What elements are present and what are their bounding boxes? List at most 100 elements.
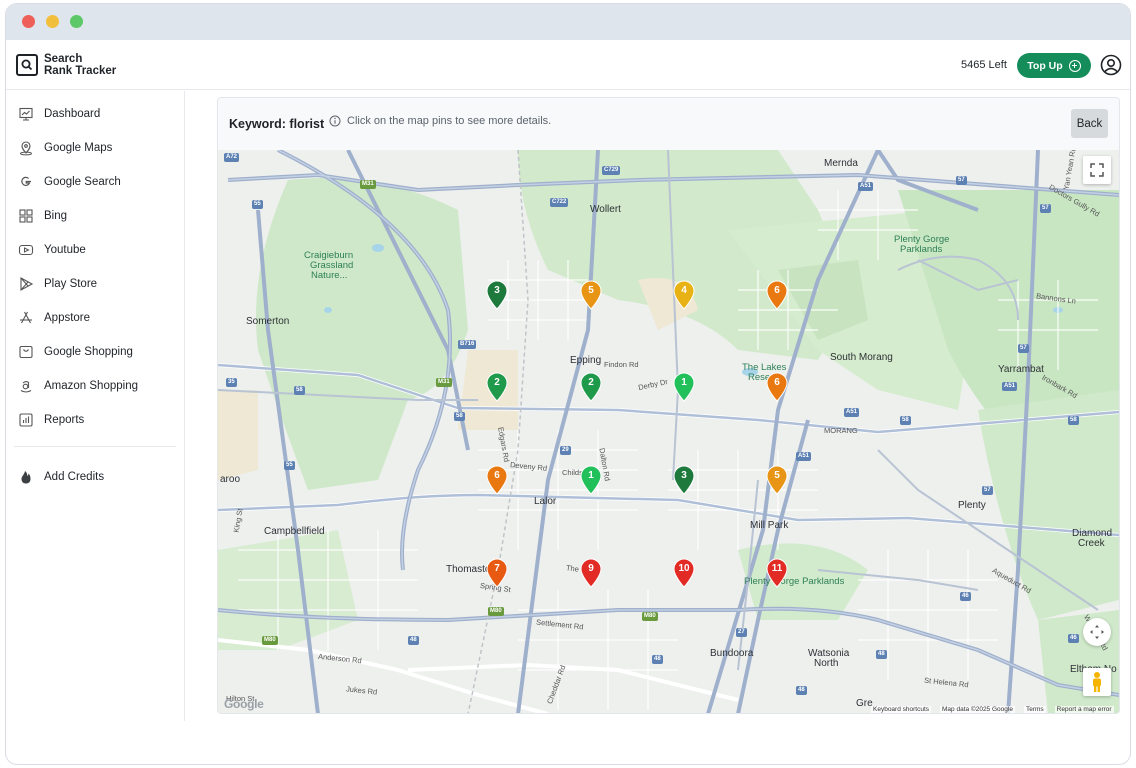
sidebar-item-label: Play Store (44, 278, 98, 290)
pin-rank-label: 3 (681, 470, 687, 481)
sidebar-item-dashboard[interactable]: Dashboard (18, 102, 100, 126)
place-label: Bundoora (710, 648, 754, 659)
report-error-link[interactable]: Report a map error (1054, 706, 1114, 713)
browser-window: Search Rank Tracker 5465 Left Top Up Das… (5, 3, 1131, 765)
rank-pin[interactable]: 6 (765, 372, 789, 402)
road-shield: C729 (602, 166, 621, 175)
sidebar-item-label: Bing (44, 210, 68, 222)
sidebar-item-google-maps[interactable]: Google Maps (18, 136, 112, 160)
rank-pin[interactable]: 5 (579, 280, 603, 310)
sidebar-item-youtube[interactable]: Youtube (18, 238, 86, 262)
road-shield: M31 (436, 378, 452, 387)
shopping-icon (19, 345, 33, 359)
place-label: Plenty Gorge Parklands (744, 576, 845, 587)
sidebar-item-label: Add Credits (44, 471, 105, 483)
pin-rank-label: 6 (774, 377, 780, 388)
rank-pin[interactable]: 4 (672, 280, 696, 310)
rank-pin[interactable]: 3 (485, 280, 509, 310)
sidebar-item-play-store[interactable]: Play Store (18, 272, 97, 296)
rank-pin[interactable]: 1 (672, 372, 696, 402)
rank-pin[interactable]: 1 (579, 465, 603, 495)
road-shield: A51 (1002, 382, 1018, 391)
place-label: Somerton (246, 316, 290, 327)
pin-rank-label: 5 (774, 470, 780, 481)
sidebar-item-label: Google Shopping (44, 346, 133, 358)
place-label: North (814, 658, 839, 669)
road-shield: 58 (294, 386, 305, 395)
road-shield: 48 (876, 650, 887, 659)
road-shield: 58 (454, 412, 465, 421)
map-data-attribution: Map data ©2025 Google (940, 706, 1015, 713)
pin-rank-label: 2 (494, 377, 500, 388)
place-label: Lalor (534, 496, 557, 507)
road-shield: 58 (1068, 416, 1079, 425)
rank-pin[interactable]: 6 (485, 465, 509, 495)
street-view-pegman[interactable] (1083, 668, 1111, 696)
rank-pin[interactable]: 10 (672, 558, 696, 588)
sidebar-item-reports[interactable]: Reports (18, 408, 84, 432)
close-window-button[interactable] (22, 15, 35, 28)
road-shield: 57 (1040, 204, 1051, 213)
top-up-button[interactable]: Top Up (1017, 53, 1091, 78)
place-label: Mernda (824, 158, 858, 169)
sidebar-item-label: Google Search (44, 176, 121, 188)
sidebar-item-bing[interactable]: Bing (18, 204, 67, 228)
sidebar-divider (14, 446, 176, 447)
rank-pin[interactable]: 7 (485, 558, 509, 588)
rank-pin[interactable]: 11 (765, 558, 789, 588)
plus-circle-icon (1068, 59, 1081, 72)
google-map[interactable]: M31 M31 M80 M80 M80 A72 C729 C722 B716 A… (218, 150, 1119, 713)
panel-header: Keyword: florist Click on the map pins t… (218, 98, 1119, 150)
flame-icon (21, 471, 31, 484)
road-shield: A72 (224, 153, 240, 162)
road-shield: A51 (844, 408, 860, 417)
brand-line2: Rank Tracker (44, 65, 117, 77)
map-pin-icon (20, 141, 32, 156)
sidebar-item-google-shopping[interactable]: Google Shopping (18, 340, 133, 364)
road-shield: M31 (360, 180, 376, 189)
place-label: Parklands (900, 244, 943, 255)
road-shield: 58 (900, 416, 911, 425)
sidebar-item-appstore[interactable]: Appstore (18, 306, 90, 330)
sidebar-item-google-search[interactable]: Google Search (18, 170, 121, 194)
rank-pin[interactable]: 3 (672, 465, 696, 495)
road-shield: 55 (284, 461, 295, 470)
pan-arrows-icon (1090, 625, 1104, 639)
terms-link[interactable]: Terms (1023, 706, 1046, 713)
map-camera-control[interactable] (1083, 618, 1111, 646)
pin-rank-label: 4 (681, 285, 687, 296)
sidebar-item-label: Reports (44, 414, 85, 426)
pin-rank-label: 6 (774, 285, 780, 296)
bing-icon (19, 209, 33, 223)
road-shield: C722 (550, 198, 569, 207)
rank-pin[interactable]: 2 (579, 372, 603, 402)
road-shield: 48 (652, 655, 663, 664)
pin-rank-label: 10 (678, 563, 690, 574)
street-label: Findon Rd (604, 360, 639, 369)
sidebar: Dashboard Google Maps Google Search Bing… (6, 91, 185, 721)
rank-pin[interactable]: 5 (765, 465, 789, 495)
pegman-icon (1093, 672, 1101, 692)
back-button[interactable]: Back (1071, 109, 1108, 138)
sidebar-item-add-credits[interactable]: Add Credits (18, 465, 104, 489)
keyboard-shortcuts-link[interactable]: Keyboard shortcuts (871, 706, 932, 713)
sidebar-item-amazon-shopping[interactable]: Amazon Shopping (18, 374, 138, 398)
road-shield: 48 (796, 686, 807, 695)
hint-text: Click on the map pins to see more detail… (347, 115, 552, 127)
map-base-layer (218, 150, 1119, 713)
road-shield: 48 (408, 636, 419, 645)
sidebar-item-label: Dashboard (44, 108, 101, 120)
maximize-window-button[interactable] (70, 15, 83, 28)
place-label: Plenty (958, 500, 986, 511)
road-shield: 29 (560, 446, 571, 455)
user-avatar-icon[interactable] (1100, 54, 1122, 76)
app-header: Search Rank Tracker 5465 Left Top Up (6, 40, 1130, 90)
rank-pin[interactable]: 9 (579, 558, 603, 588)
rank-pin[interactable]: 2 (485, 372, 509, 402)
rank-pin[interactable]: 6 (765, 280, 789, 310)
brand-logo[interactable]: Search Rank Tracker (16, 53, 116, 77)
minimize-window-button[interactable] (46, 15, 59, 28)
fullscreen-button[interactable] (1083, 156, 1111, 184)
top-up-label: Top Up (1027, 59, 1063, 72)
place-label: Creek (1078, 538, 1105, 549)
